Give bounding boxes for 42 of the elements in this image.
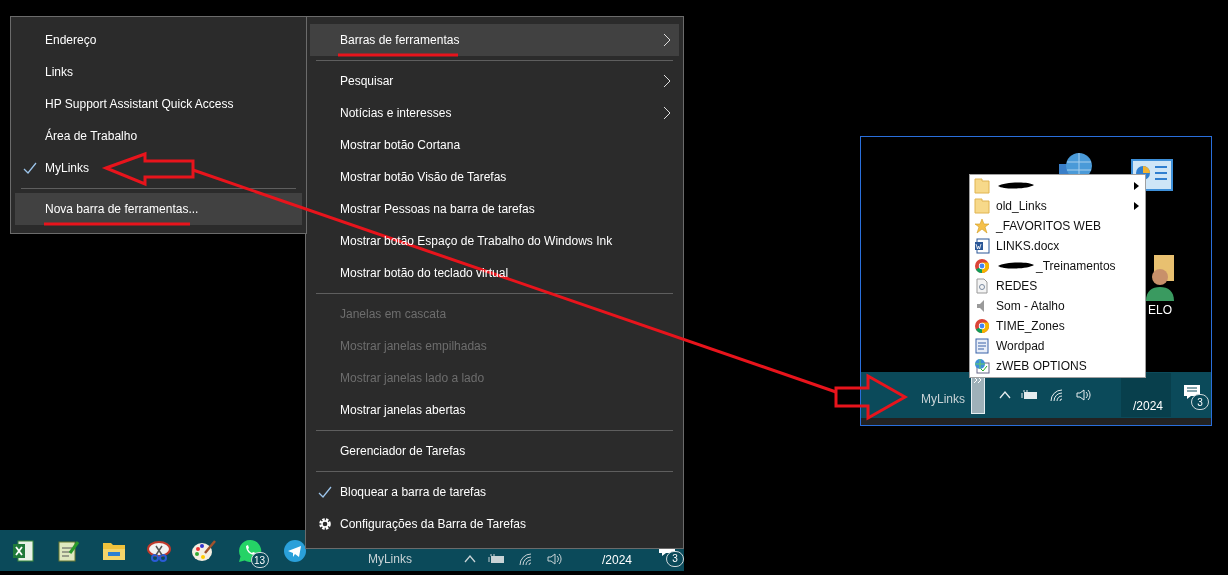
menu-item[interactable]: Notícias e interesses	[310, 97, 679, 129]
menu-item[interactable]: Configurações da Barra de Tarefas	[310, 508, 679, 540]
menu-item[interactable]: Endereço	[15, 24, 302, 56]
menu-item[interactable]: Área de Trabalho	[15, 120, 302, 152]
menu-item[interactable]: Mostrar Pessoas na barra de tarefas	[310, 193, 679, 225]
menu-item[interactable]: Mostrar janelas abertas	[310, 394, 679, 426]
clock-area[interactable]: /2024	[1121, 373, 1172, 417]
menu-item[interactable]: TIME_Zones	[970, 316, 1145, 336]
menu-item[interactable]: Barras de ferramentas	[310, 24, 679, 56]
clock-date: /2024	[1133, 399, 1164, 413]
menu-item[interactable]: HP Support Assistant Quick Access	[15, 88, 302, 120]
clock-date[interactable]: /2024	[601, 552, 632, 567]
menu-item[interactable]: _Treinamentos	[970, 256, 1145, 276]
menu-item[interactable]: Bloquear a barra de tarefas	[310, 476, 679, 508]
item-label: LINKS.docx	[996, 239, 1060, 253]
menu-item[interactable]: Links	[15, 56, 302, 88]
menu-item[interactable]: Mostrar botão Visão de Tarefas	[310, 161, 679, 193]
menu-item[interactable]: Som - Atalho	[970, 296, 1145, 316]
item-label: old_Links	[996, 199, 1047, 213]
toolbar-label[interactable]: MyLinks	[367, 551, 412, 566]
menu-item[interactable]: zWEB OPTIONS	[970, 356, 1145, 376]
notification-count: 3	[666, 550, 684, 567]
menu-item[interactable]: _FAVORITOS WEB	[970, 216, 1145, 236]
menu-item[interactable]: MyLinks	[15, 152, 302, 184]
item-label: _Treinamentos	[1036, 259, 1116, 273]
menu-item[interactable]: old_Links	[970, 196, 1145, 216]
menu-item[interactable]: LINKS.docx	[970, 236, 1145, 256]
item-label: Wordpad	[996, 339, 1045, 353]
item-label: TIME_Zones	[996, 319, 1065, 333]
item-label: REDES	[996, 279, 1038, 293]
menu-item[interactable]: Wordpad	[970, 336, 1145, 356]
menu-item[interactable]: Gerenciador de Tarefas	[310, 435, 679, 467]
notification-count: 3	[1191, 394, 1210, 410]
menu-item[interactable]: REDES	[970, 276, 1145, 296]
item-label: zWEB OPTIONS	[996, 359, 1087, 373]
item-label: Som - Atalho	[996, 299, 1065, 313]
menu-item[interactable]: Nova barra de ferramentas...	[15, 193, 302, 225]
toolbar-label[interactable]: MyLinks	[921, 392, 965, 406]
menu-item[interactable]: Pesquisar	[310, 65, 679, 97]
desktop-icon-label: ELO	[1148, 303, 1172, 317]
menu-item[interactable]: Mostrar botão Cortana	[310, 129, 679, 161]
item-label: _FAVORITOS WEB	[996, 219, 1101, 233]
